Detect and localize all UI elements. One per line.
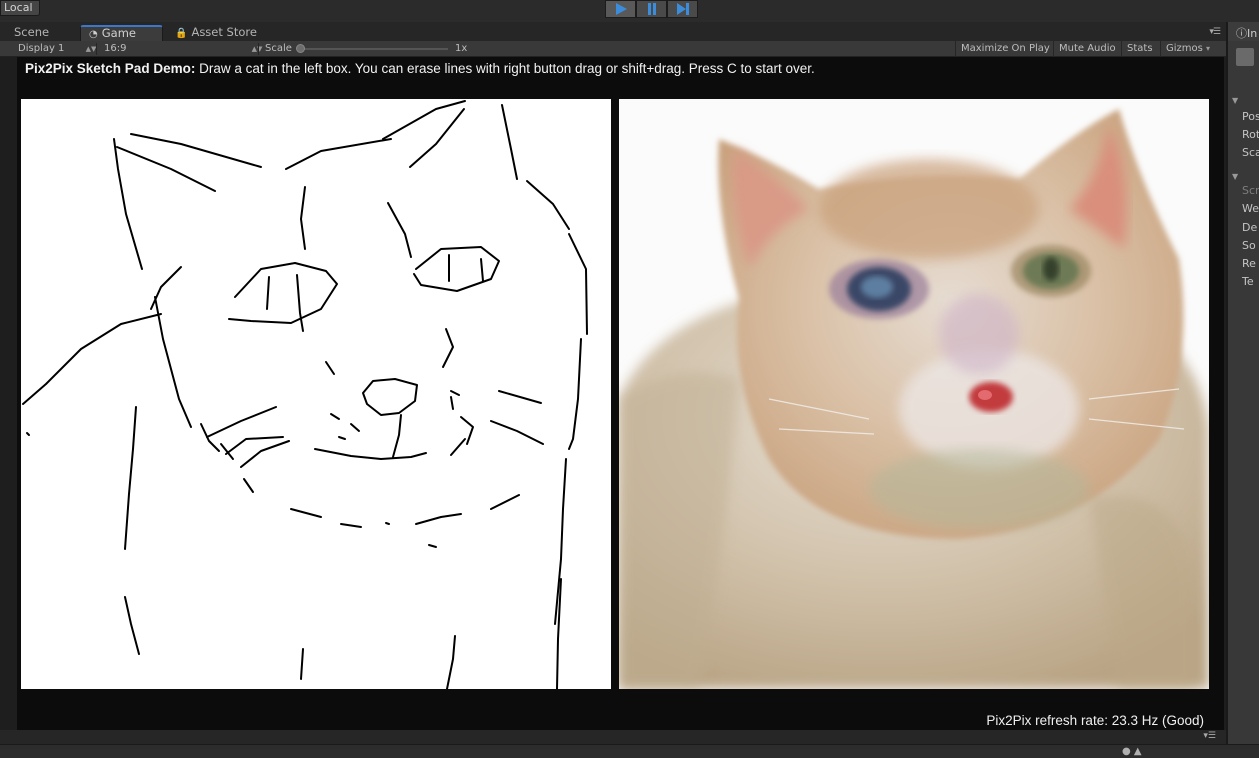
- inspector-row-source: So: [1242, 239, 1256, 252]
- instructions-text: Draw a cat in the left box. You can eras…: [195, 61, 815, 76]
- collab-label: Local: [4, 1, 33, 14]
- scale-slider-track[interactable]: [298, 48, 448, 50]
- main-toolbar: Local: [0, 0, 1259, 22]
- pix2pix-output-image: [619, 99, 1209, 689]
- gizmos-label: Gizmos: [1166, 43, 1203, 54]
- inspector-row-position: Pos: [1242, 110, 1259, 123]
- refresh-rate-readout: Pix2Pix refresh rate: 23.3 Hz (Good): [986, 713, 1204, 728]
- display-value: Display 1: [18, 43, 65, 54]
- play-button[interactable]: [605, 0, 636, 18]
- inspector-row-script: Scr: [1242, 184, 1259, 197]
- pause-icon: [647, 3, 656, 15]
- tab-options-menu-icon[interactable]: ▾☰: [1209, 27, 1221, 37]
- mute-audio-label: Mute Audio: [1059, 43, 1116, 54]
- tab-scene[interactable]: Scene: [6, 25, 57, 41]
- tab-scene-label: Scene: [14, 25, 50, 39]
- panel-options-menu-icon[interactable]: ▾☰: [1203, 731, 1216, 741]
- generated-cat-image: [619, 99, 1209, 689]
- inspector-row-result: Re: [1242, 257, 1256, 270]
- console-count-icons[interactable]: ● ▲: [1122, 746, 1142, 757]
- tab-game-label: Game: [101, 26, 136, 40]
- pause-button[interactable]: [636, 0, 667, 18]
- tab-asset-store[interactable]: 🔒 Asset Store: [167, 25, 265, 41]
- maximize-on-play-label: Maximize On Play: [961, 43, 1050, 54]
- step-button[interactable]: [667, 0, 698, 18]
- inspector-row-rotation: Rot: [1242, 128, 1259, 141]
- aspect-dropdown[interactable]: 16:9 ▲▼: [104, 41, 262, 57]
- gizmos-dropdown[interactable]: Gizmos ▾: [1160, 41, 1215, 57]
- inspector-tab-label: In: [1247, 27, 1258, 40]
- demo-instructions: Pix2Pix Sketch Pad Demo: Draw a cat in t…: [25, 61, 815, 76]
- foldout-arrow-icon[interactable]: ▼: [1232, 172, 1238, 181]
- game-viewport[interactable]: Pix2Pix Sketch Pad Demo: Draw a cat in t…: [17, 57, 1237, 730]
- inspector-tab[interactable]: ⓘIn: [1228, 22, 1259, 41]
- play-icon: [615, 3, 627, 15]
- playback-controls: [605, 0, 698, 18]
- panel-divider: ▾☰: [0, 730, 1226, 744]
- status-bar: ● ▲: [0, 744, 1259, 758]
- foldout-arrow-icon[interactable]: ▼: [1232, 96, 1238, 105]
- tab-asset-store-label: Asset Store: [191, 25, 257, 39]
- maximize-on-play-toggle[interactable]: Maximize On Play: [955, 41, 1055, 57]
- inspector-row-weights: We: [1242, 202, 1259, 215]
- cat-sketch-drawing: [22, 100, 588, 690]
- scale-label: Scale: [265, 43, 292, 54]
- sketch-pad-canvas[interactable]: [21, 99, 611, 690]
- dropdown-arrow-icon: ▾: [1206, 44, 1211, 53]
- inspector-row-texture: Te: [1242, 275, 1254, 288]
- updown-arrow-icon: ▲▼: [85, 45, 97, 53]
- instructions-title: Pix2Pix Sketch Pad Demo:: [25, 61, 196, 76]
- inspector-row-default: De: [1242, 221, 1258, 234]
- aspect-value: 16:9: [104, 43, 127, 54]
- mute-audio-toggle[interactable]: Mute Audio: [1053, 41, 1121, 57]
- game-controller-icon: ◔: [89, 29, 98, 40]
- step-icon: [676, 3, 689, 15]
- scale-slider-thumb[interactable]: [296, 44, 305, 53]
- info-icon: ⓘ: [1236, 27, 1247, 40]
- display-dropdown[interactable]: Display 1 ▲▼: [18, 41, 96, 57]
- tab-game[interactable]: ◔ Game: [80, 25, 163, 41]
- inspector-row-scale: Sca: [1242, 146, 1259, 159]
- inspector-panel: ⓘIn ▼ Pos Rot Sca ▼ Scr We De So Re Te: [1226, 22, 1259, 758]
- stats-label: Stats: [1127, 43, 1153, 54]
- stats-toggle[interactable]: Stats: [1121, 41, 1158, 57]
- view-tab-strip: Scene ◔ Game 🔒 Asset Store ▾☰: [0, 22, 1226, 41]
- scale-value: 1x: [455, 43, 468, 54]
- collab-local-button[interactable]: Local: [0, 0, 40, 16]
- gameobject-cube-icon: [1236, 48, 1254, 66]
- game-view-toolbar: Display 1 ▲▼ 16:9 ▲▼ Scale 1x Maximize O…: [0, 41, 1226, 57]
- lock-icon: 🔒: [175, 28, 188, 39]
